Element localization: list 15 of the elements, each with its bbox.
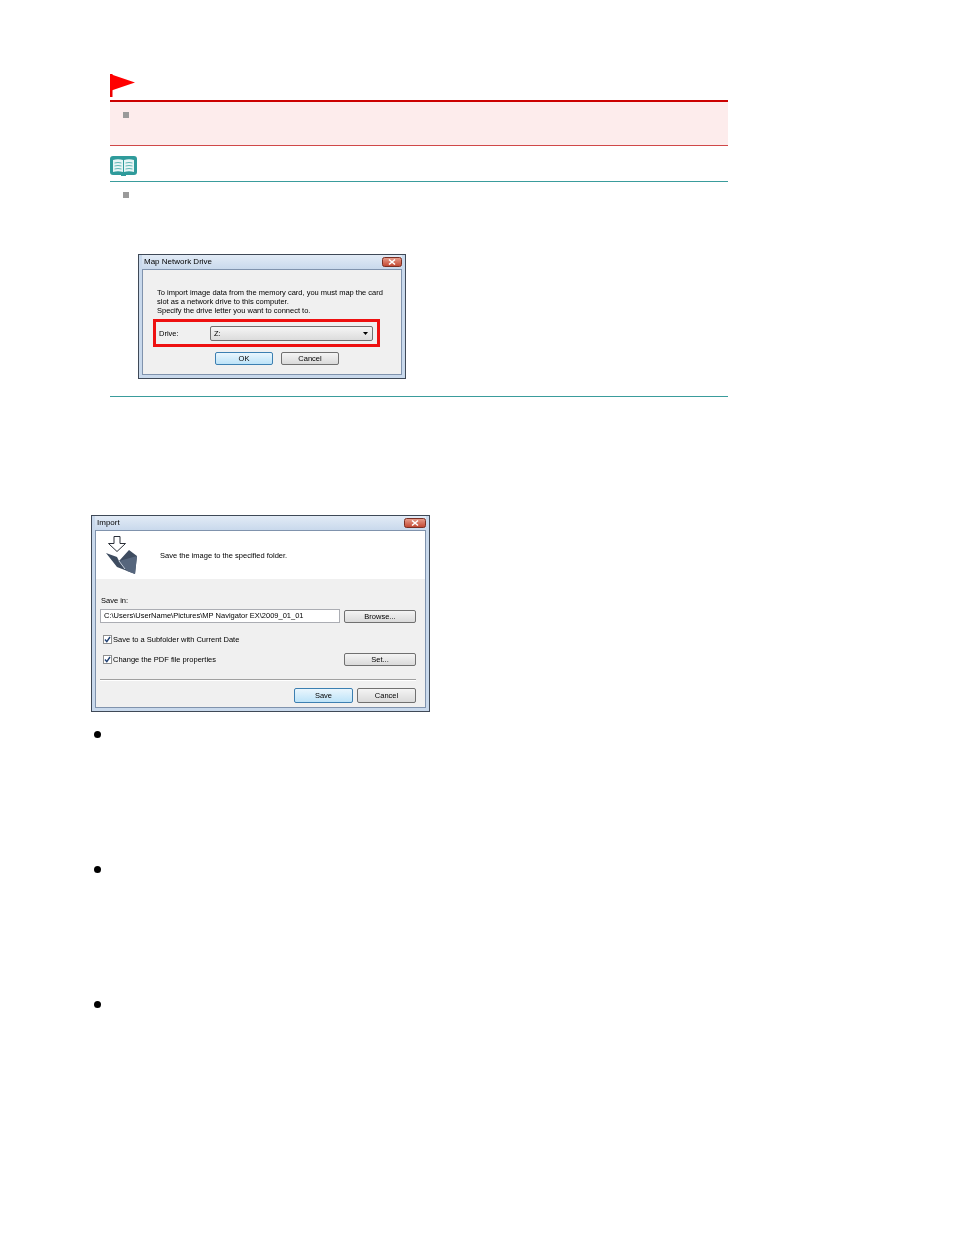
bullet-icon: [94, 866, 101, 873]
caret-icon: [363, 331, 368, 335]
book-icon: [110, 156, 137, 176]
checkbox[interactable]: [103, 635, 112, 644]
dialog-title: Import: [97, 518, 120, 528]
flag-icon: [110, 74, 135, 97]
folder-down-arrow-icon: [105, 536, 138, 574]
checkbox[interactable]: [103, 655, 112, 664]
bullet-icon: [94, 731, 101, 738]
bullet-icon: [94, 1001, 101, 1008]
bullet-icon: [123, 112, 129, 118]
close-icon[interactable]: [382, 257, 402, 267]
bullet-icon: [123, 192, 129, 198]
dialog-title: Map Network Drive: [144, 257, 212, 267]
close-icon[interactable]: [404, 518, 426, 528]
